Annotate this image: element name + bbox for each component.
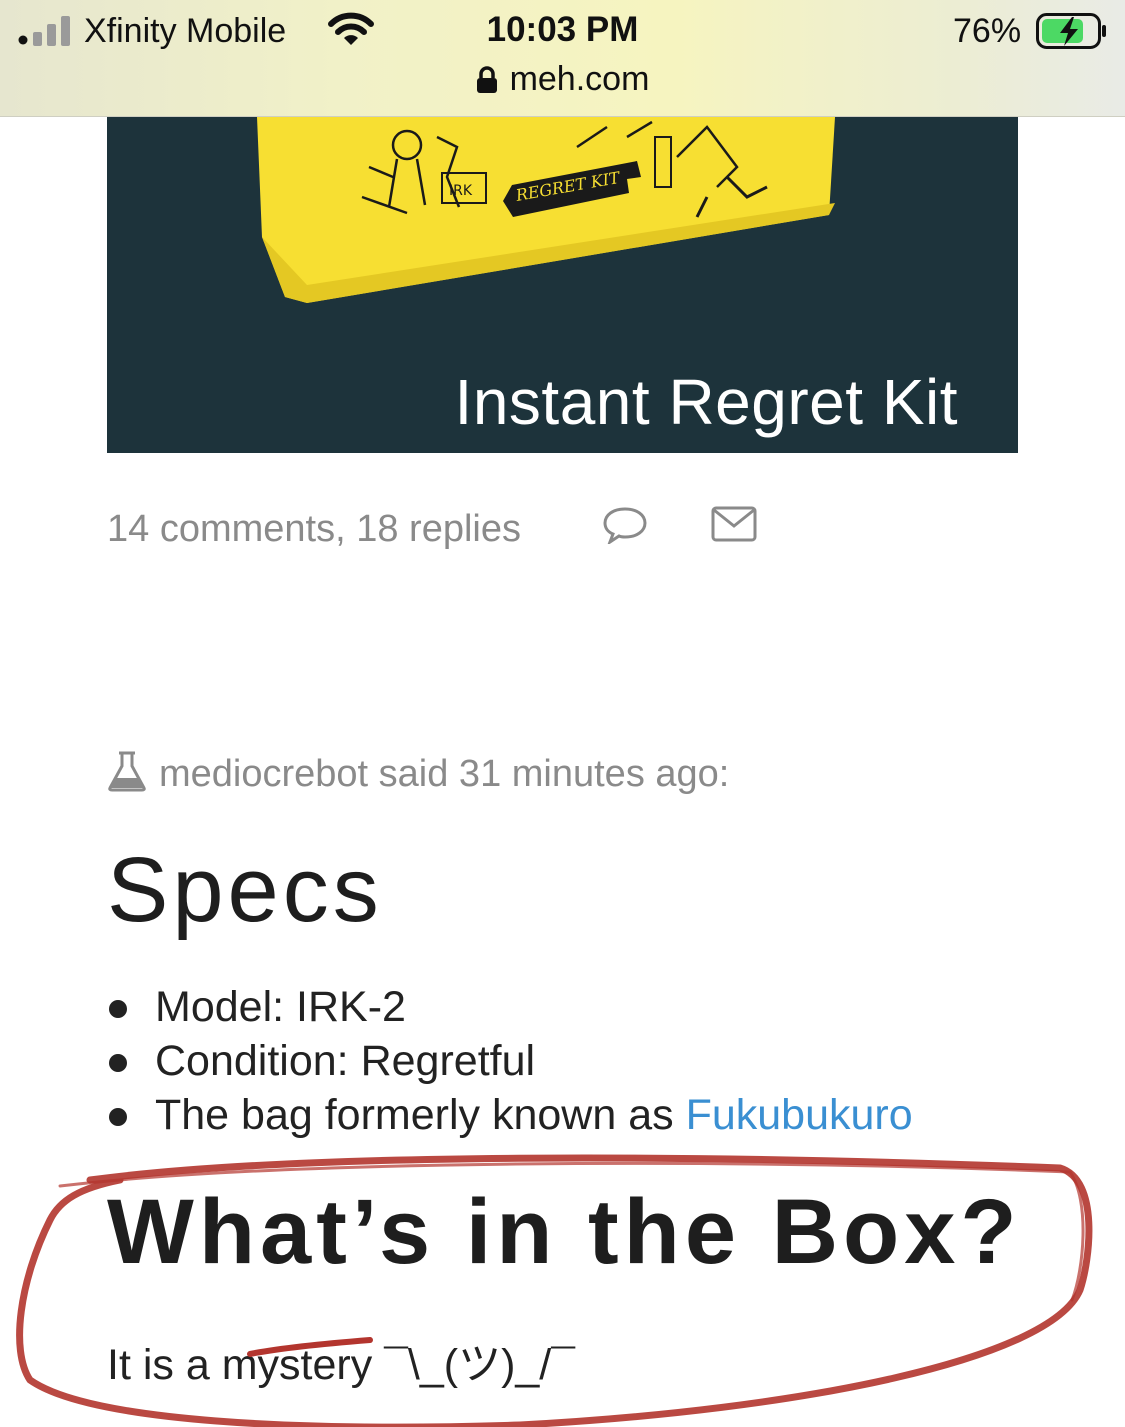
spec-text: Condition: Regretful (155, 1037, 536, 1085)
specs-list: Model: IRK-2 Condition: Regretful The ba… (107, 980, 913, 1142)
comment-bubble-icon[interactable] (602, 506, 648, 544)
author-text: mediocrebot said 31 minutes ago: (159, 753, 730, 795)
fukubukuro-link[interactable]: Fukubukuro (686, 1091, 913, 1139)
status-bar: Xfinity Mobile 10:03 PM meh.com 76% (0, 0, 1125, 117)
mail-icon[interactable] (711, 506, 757, 542)
box-description: It is a mystery ¯\_(ツ)_/¯ (107, 1341, 576, 1389)
flask-icon (108, 751, 146, 792)
battery-percent: 76% (953, 12, 1022, 50)
comments-count-link[interactable]: 14 comments, 18 replies (107, 508, 521, 551)
url-text: meh.com (509, 60, 650, 98)
lock-icon (476, 66, 497, 93)
whats-in-the-box-heading: What’s in the Box? (107, 1181, 1022, 1283)
address-bar[interactable]: meh.com (0, 60, 1125, 99)
spec-text: The bag formerly known as (155, 1091, 686, 1139)
battery-charging-icon (1036, 13, 1106, 49)
product-title: Instant Regret Kit (454, 366, 958, 438)
product-hero-image[interactable]: INSTANT REGRET KIT IRK Instant Regret Ki… (107, 117, 1018, 453)
list-item: Condition: Regretful (107, 1034, 913, 1088)
comment-author-line: mediocrebot said 31 minutes ago: (107, 750, 729, 796)
specs-heading: Specs (107, 839, 383, 941)
bag-print-logo: IRK (449, 183, 473, 199)
list-item: The bag formerly known as Fukubukuro (107, 1088, 913, 1142)
spec-text: Model: IRK-2 (155, 983, 406, 1031)
list-item: Model: IRK-2 (107, 980, 913, 1034)
